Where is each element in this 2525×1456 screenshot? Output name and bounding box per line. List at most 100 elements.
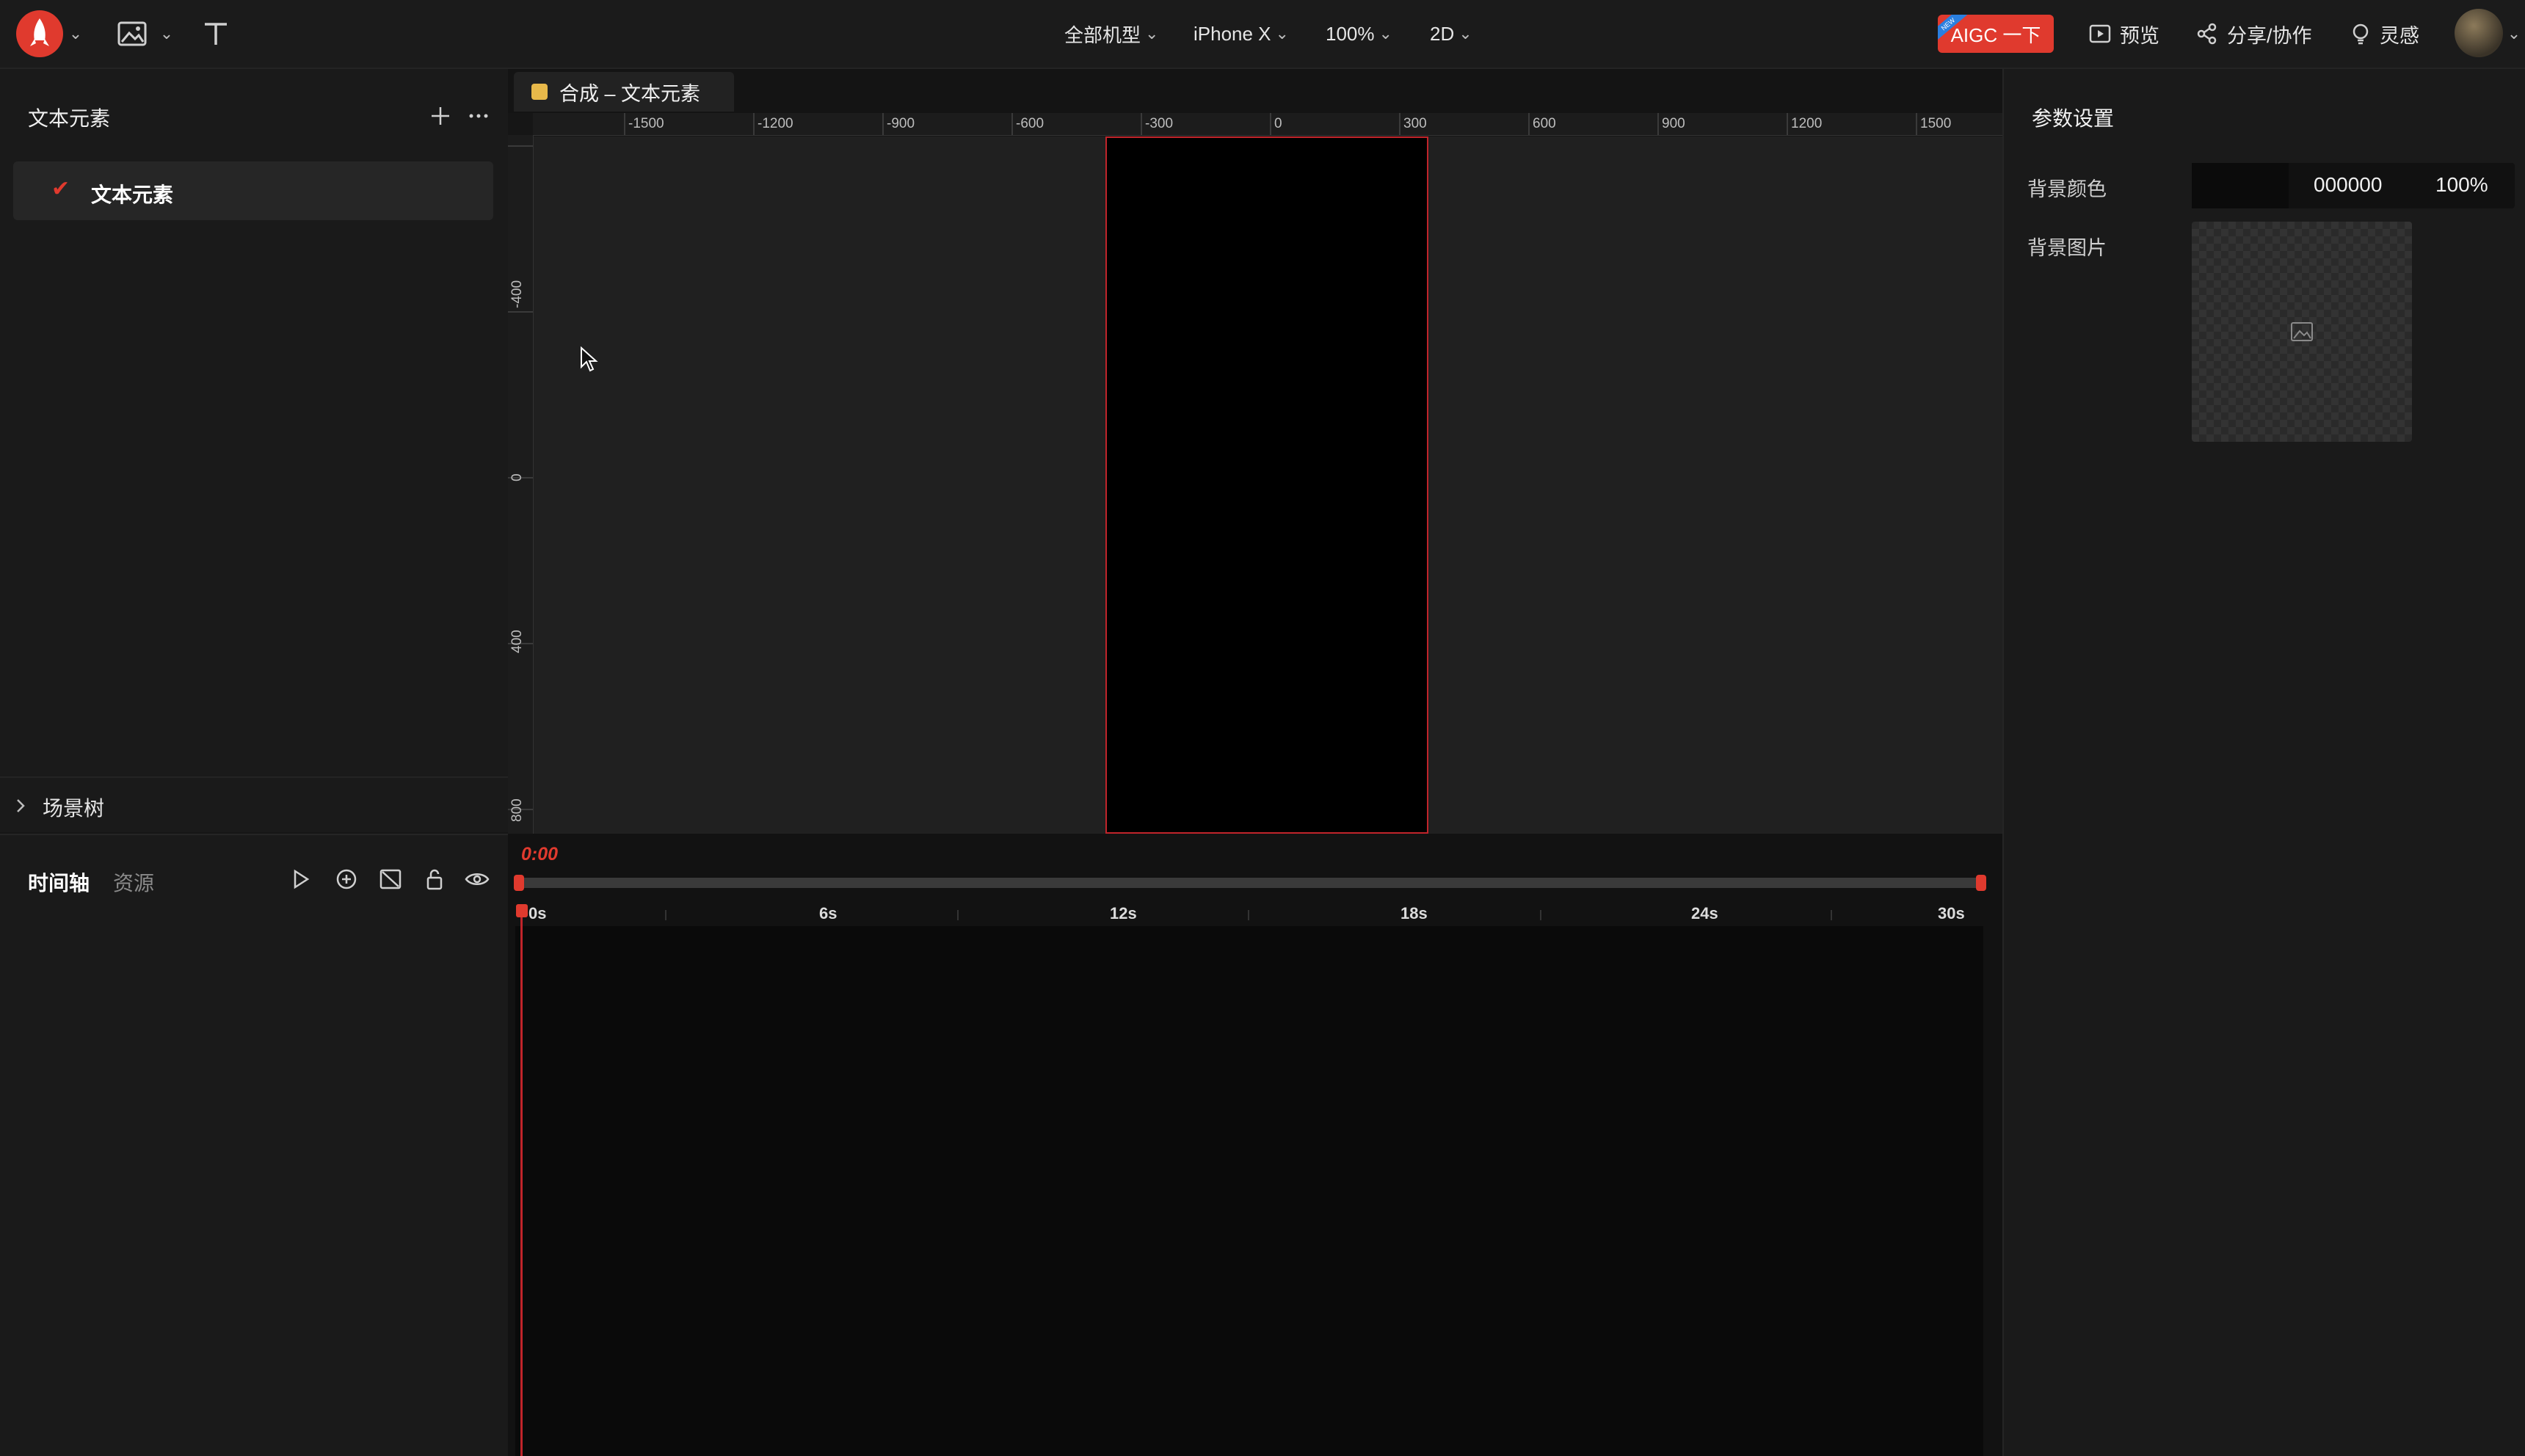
chevron-down-icon: ⌄ <box>1458 24 1472 43</box>
ruler-tick <box>1399 113 1400 135</box>
share-icon <box>2197 23 2217 45</box>
scene-tree-toggle[interactable]: 场景树 <box>43 793 104 822</box>
text-tool-icon[interactable] <box>200 18 232 50</box>
vertical-ruler: -400 0 400 800 <box>508 135 534 834</box>
aigc-button-label: AIGC 一下 <box>1950 23 2041 46</box>
timeline-layer-list <box>0 923 508 1456</box>
ruler-label: 1500 <box>1920 116 1952 131</box>
playhead-handle[interactable] <box>516 904 528 917</box>
bg-color-hex-input[interactable]: 000000 <box>2314 173 2382 197</box>
time-mark: 18s <box>1400 904 1428 922</box>
crop-icon[interactable] <box>377 866 404 892</box>
preview-button[interactable]: 预览 <box>2089 18 2159 50</box>
composition-color-icon <box>531 84 548 100</box>
zoom-dropdown[interactable]: 100% ⌄ <box>1326 18 1392 50</box>
ruler-label: -600 <box>1016 116 1044 131</box>
bg-color-alpha-input[interactable]: 100% <box>2435 173 2488 197</box>
tab-timeline[interactable]: 时间轴 <box>28 867 90 897</box>
timeline-range-bar[interactable] <box>515 878 1983 888</box>
time-tick <box>1248 910 1249 920</box>
inspire-button[interactable]: 灵感 <box>2350 18 2419 50</box>
add-icon[interactable] <box>429 104 452 128</box>
logo-menu-chevron-icon[interactable]: ⌄ <box>68 23 84 44</box>
app-logo-icon[interactable] <box>15 9 65 59</box>
bg-color-swatch[interactable] <box>2192 163 2289 208</box>
preview-label: 预览 <box>2120 24 2159 47</box>
time-mark: 24s <box>1691 904 1718 922</box>
ruler-tick <box>1141 113 1142 135</box>
ruler-tick <box>882 113 884 135</box>
image-tool-chevron-icon[interactable]: ⌄ <box>159 23 175 44</box>
lock-icon[interactable] <box>421 866 448 892</box>
layer-item-label: 文本元素 <box>91 183 174 206</box>
image-placeholder-icon <box>2291 322 2313 341</box>
device-dropdown-label: 全部机型 <box>1064 23 1141 46</box>
properties-title: 参数设置 <box>2032 107 2115 130</box>
ruler-tick <box>624 113 625 135</box>
time-tick <box>1540 910 1541 920</box>
ruler-label: 900 <box>1662 116 1685 131</box>
ruler-label: -400 <box>509 280 525 308</box>
ruler-label: -1500 <box>628 116 664 131</box>
user-avatar[interactable] <box>2455 9 2503 57</box>
ruler-tick <box>508 311 533 313</box>
play-icon[interactable] <box>288 866 314 892</box>
chevron-right-icon[interactable] <box>13 796 28 816</box>
ruler-label: 300 <box>1403 116 1427 131</box>
mode-dropdown-label: 2D <box>1430 22 1455 45</box>
playhead[interactable] <box>520 904 523 1456</box>
canvas-tab[interactable]: 合成 – 文本元素 <box>514 72 734 112</box>
ruler-label: -900 <box>887 116 915 131</box>
image-tool-icon[interactable] <box>116 19 148 48</box>
share-button[interactable]: 分享/协作 <box>2196 18 2312 50</box>
current-time: 0:00 <box>521 844 559 864</box>
layer-item[interactable] <box>13 161 493 220</box>
lightbulb-icon <box>2353 23 2369 45</box>
horizontal-ruler: -1500 -1200 -900 -600 -300 0 300 600 900… <box>533 113 2002 136</box>
ruler-tick <box>1787 113 1788 135</box>
time-mark: 0s <box>528 904 547 922</box>
artboard[interactable] <box>1105 136 1428 834</box>
bg-color-label: 背景颜色 <box>2027 178 2107 200</box>
add-keyframe-icon[interactable] <box>333 866 360 892</box>
eye-icon[interactable] <box>464 866 490 892</box>
ruler-label: -300 <box>1145 116 1174 131</box>
time-tick <box>1831 910 1832 920</box>
ruler-label: -1200 <box>758 116 793 131</box>
ruler-label: 0 <box>1274 116 1282 131</box>
mode-dropdown[interactable]: 2D ⌄ <box>1430 18 1472 50</box>
avatar-chevron-icon[interactable]: ⌄ <box>2506 23 2522 44</box>
more-icon[interactable] <box>467 104 490 128</box>
ruler-label: 0 <box>509 473 525 481</box>
range-end-handle[interactable] <box>1976 875 1986 891</box>
tab-assets[interactable]: 资源 <box>113 867 154 897</box>
device-dropdown[interactable]: 全部机型 ⌄ <box>1064 18 1158 50</box>
time-mark: 6s <box>819 904 838 922</box>
time-tick <box>665 910 666 920</box>
time-mark: 12s <box>1110 904 1137 922</box>
zoom-dropdown-label: 100% <box>1326 22 1375 45</box>
ruler-tick <box>1916 113 1917 135</box>
timeline-ruler <box>515 900 1983 927</box>
ruler-tick <box>1528 113 1530 135</box>
model-dropdown-label: iPhone X <box>1194 22 1271 45</box>
ruler-tick <box>753 113 755 135</box>
layers-panel-title: 文本元素 <box>28 107 111 130</box>
ruler-tick <box>1657 113 1659 135</box>
timeline-track-area[interactable] <box>515 926 1983 1456</box>
bg-image-label: 背景图片 <box>2027 237 2107 259</box>
model-dropdown[interactable]: iPhone X ⌄ <box>1194 18 1289 50</box>
divider <box>0 776 508 778</box>
aigc-button[interactable]: NEW AIGC 一下 <box>1938 15 2054 53</box>
inspire-label: 灵感 <box>2380 24 2419 47</box>
chevron-down-icon: ⌄ <box>1275 24 1289 43</box>
share-label: 分享/协作 <box>2227 24 2312 47</box>
chevron-down-icon: ⌄ <box>1378 24 1392 43</box>
bg-image-upload[interactable] <box>2192 222 2412 442</box>
ruler-label: 600 <box>1533 116 1556 131</box>
range-start-handle[interactable] <box>514 875 524 891</box>
ruler-label: 400 <box>509 630 525 653</box>
time-mark: 30s <box>1938 904 1965 922</box>
ruler-tick <box>508 145 533 147</box>
time-tick <box>957 910 959 920</box>
